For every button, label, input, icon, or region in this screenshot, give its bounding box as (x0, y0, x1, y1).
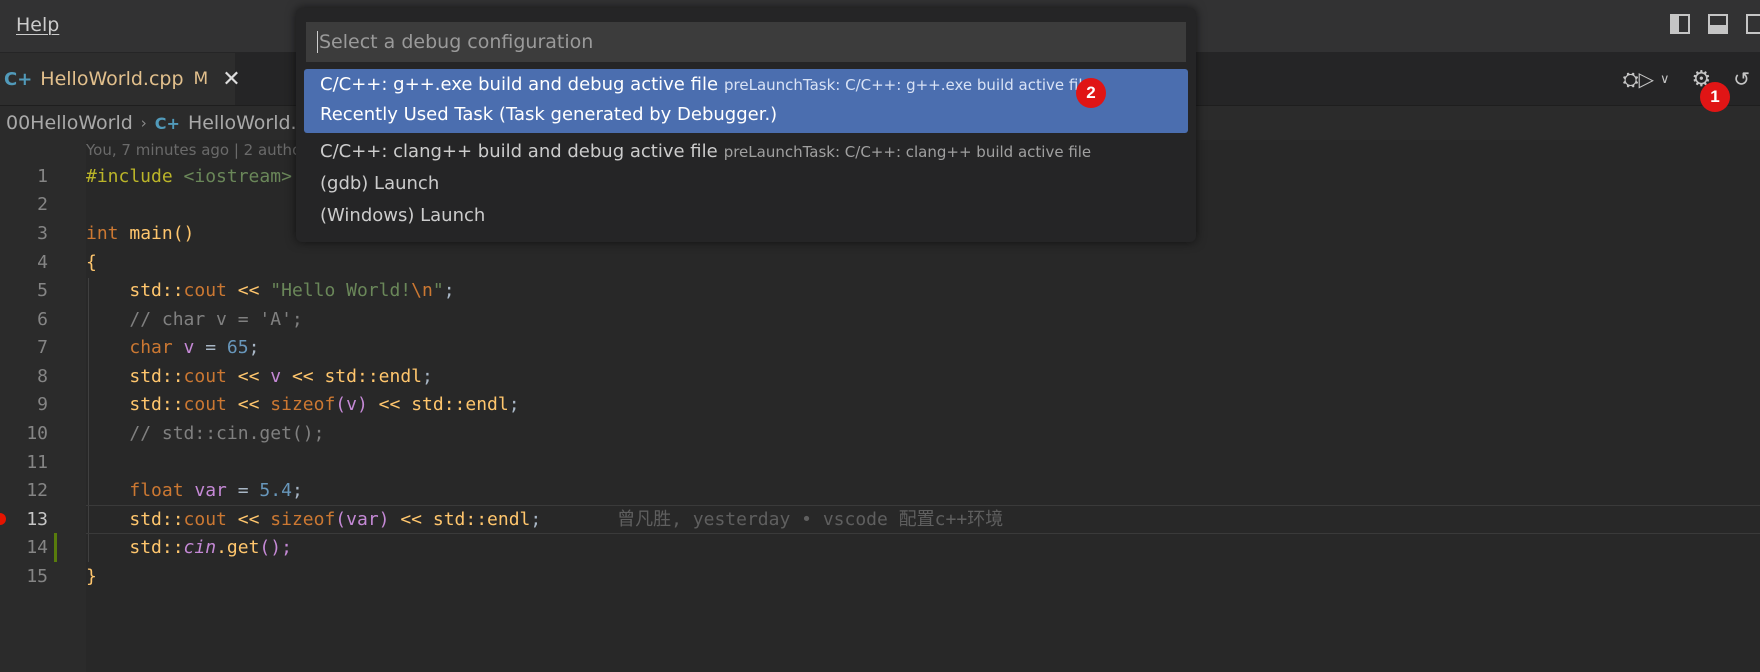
tab-label: HelloWorld.cpp (40, 68, 184, 90)
line-code: #include <iostream> (86, 166, 292, 187)
line-code: std::cout << sizeof(var) << std::endl; 曾… (129, 509, 1004, 530)
line-code: std::cout << v << std::endl; (129, 366, 433, 387)
item-label: C/C++: g++.exe build and debug active fi… (320, 74, 719, 95)
line-code: // std::cin.get(); (129, 423, 325, 444)
chevron-down-icon[interactable]: ∨ (1660, 72, 1670, 87)
code-line: 5 std::cout << "Hello World!\n"; (0, 276, 1760, 305)
quickpick-item-clang[interactable]: C/C++: clang++ build and debug active fi… (304, 136, 1188, 168)
search-placeholder: Select a debug configuration (319, 31, 594, 53)
line-code: char v = 65; (129, 337, 260, 358)
quickpick-item-windows-launch[interactable]: (Windows) Launch (304, 200, 1188, 232)
quickpick-item-gdb-launch[interactable]: (gdb) Launch (304, 168, 1188, 200)
code-line: 7 char v = 65; (0, 333, 1760, 362)
breadcrumb-folder[interactable]: 00HelloWorld (6, 112, 133, 134)
line-code: std::cout << "Hello World!\n"; (129, 280, 455, 301)
run-debug-icon[interactable]: ⛭▷ (1623, 67, 1654, 91)
line-code: // char v = 'A'; (129, 309, 303, 330)
line-number: 14 (26, 537, 48, 558)
debug-config-quickpick: Select a debug configuration C/C++: g++.… (296, 8, 1196, 242)
annotation-badge-2: 2 (1076, 78, 1106, 108)
code-line: 9 std::cout << sizeof(v) << std::endl; (0, 390, 1760, 419)
line-number: 9 (37, 394, 48, 415)
line-number: 1 (37, 166, 48, 187)
item-detail: preLaunchTask: C/C++: clang++ build acti… (723, 143, 1092, 161)
annotation-badge-1: 1 (1700, 82, 1730, 112)
line-number: 10 (26, 423, 48, 444)
line-code: } (86, 566, 97, 587)
layout-controls (1670, 14, 1760, 34)
git-change-marker[interactable] (54, 533, 57, 562)
code-line: 14 std::cin.get(); (0, 533, 1760, 562)
code-line: 12 float var = 5.4; (0, 476, 1760, 505)
item-detail: preLaunchTask: C/C++: g++.exe build acti… (724, 76, 1092, 94)
line-number: 4 (37, 252, 48, 273)
line-number: 12 (26, 480, 48, 501)
code-line: 11 (0, 448, 1760, 477)
code-line: 10 // std::cin.get(); (0, 419, 1760, 448)
menu-help[interactable]: Help (16, 14, 59, 36)
cpp-file-icon: C+ (154, 113, 180, 133)
line-code: std::cin.get(); (129, 537, 292, 558)
toggle-panel-icon[interactable] (1708, 14, 1728, 34)
tab-helloworld-cpp[interactable]: C+ HelloWorld.cpp M ✕ (0, 53, 241, 105)
line-code: std::cout << sizeof(v) << std::endl; (129, 394, 520, 415)
text-caret (317, 31, 318, 53)
code-line: 6 // char v = 'A'; (0, 305, 1760, 334)
modified-indicator: M (193, 69, 209, 89)
line-number: 5 (37, 280, 48, 301)
line-number: 3 (37, 223, 48, 244)
code-line: 15 } (0, 562, 1760, 591)
line-code: int main() (86, 223, 195, 244)
code-line: 4 { (0, 248, 1760, 277)
history-icon[interactable]: ↺ (1733, 67, 1750, 91)
code-line: 8 std::cout << v << std::endl; (0, 362, 1760, 391)
line-number: 8 (37, 366, 48, 387)
toggle-secondary-sidebar-icon[interactable] (1746, 14, 1760, 34)
line-number: 11 (26, 452, 48, 473)
chevron-right-icon: › (140, 114, 147, 132)
line-number: 6 (37, 309, 48, 330)
quickpick-item-gpp[interactable]: C/C++: g++.exe build and debug active fi… (304, 69, 1188, 133)
line-number: 7 (37, 337, 48, 358)
line-number: 13 (26, 509, 48, 530)
line-code: float var = 5.4; (129, 480, 303, 501)
code-line-current: 13 std::cout << sizeof(var) << std::endl… (0, 505, 1760, 534)
line-code: { (86, 252, 97, 273)
codelens-blame[interactable]: You, 7 minutes ago | 2 authors (86, 141, 315, 159)
debug-config-search-input[interactable]: Select a debug configuration (306, 22, 1186, 62)
close-icon[interactable]: ✕ (222, 67, 240, 92)
item-label: (Windows) Launch (320, 205, 486, 226)
cpp-file-icon: C+ (4, 68, 33, 90)
item-label: C/C++: clang++ build and debug active fi… (320, 141, 718, 162)
item-sub-label: Recently Used Task (Task generated by De… (320, 104, 778, 125)
line-number: 2 (37, 194, 48, 215)
item-label: (gdb) Launch (320, 173, 440, 194)
inline-blame: 曾凡胜, yesterday • vscode 配置c++环境 (617, 509, 1004, 530)
editor-actions: ⛭▷ ∨ ⚙ ↺ (1623, 53, 1760, 105)
line-number: 15 (26, 566, 48, 587)
toggle-primary-sidebar-icon[interactable] (1670, 14, 1690, 34)
